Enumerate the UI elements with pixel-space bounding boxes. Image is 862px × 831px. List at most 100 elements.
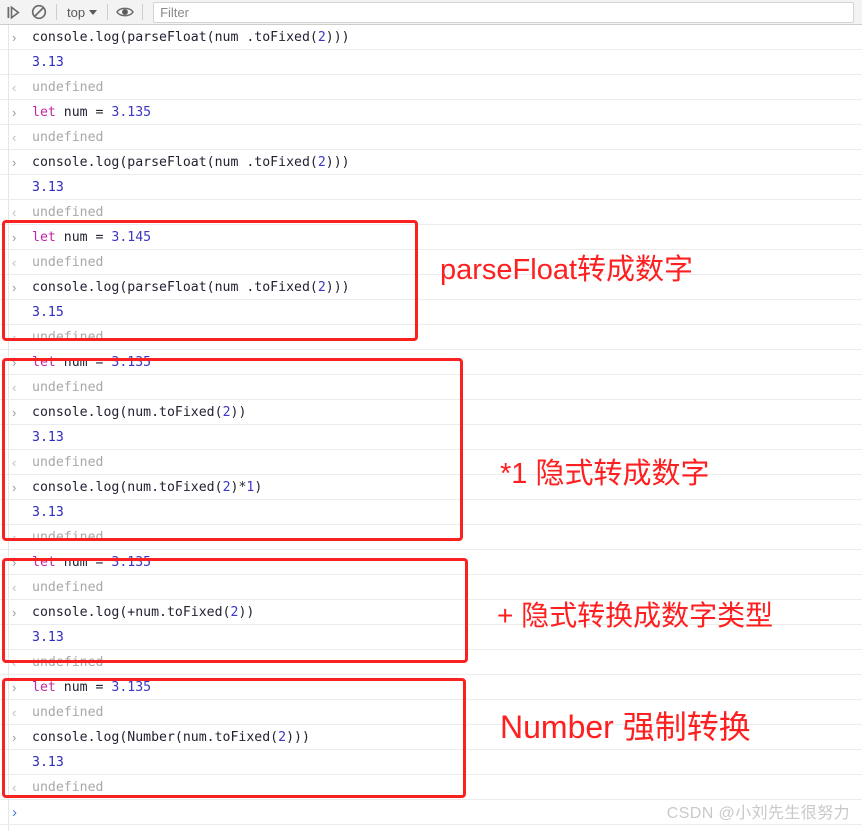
annotation-label-multiply-one: *1 隐式转成数字 — [500, 458, 710, 490]
step-into-icon[interactable] — [0, 0, 26, 24]
console-row-text: undefined — [32, 529, 104, 545]
annotation-label-number-cast: Number 强制转换 — [500, 709, 751, 745]
toolbar-divider-3 — [142, 4, 144, 20]
console-row-text: let num = 3.135 — [32, 554, 152, 570]
return-chevron-icon: ‹ — [12, 204, 17, 220]
return-chevron-icon: ‹ — [12, 779, 17, 795]
console-message-row: › let num = 3.145 — [0, 225, 862, 250]
console-message-row: › let num = 3.135 — [0, 550, 862, 575]
console-row-text: 3.13 — [32, 179, 64, 195]
command-chevron-icon: › — [12, 679, 17, 695]
console-row-text: undefined — [32, 129, 104, 145]
console-message-row: 3.13 — [0, 175, 862, 200]
console-row-text: 3.15 — [32, 304, 64, 320]
console-message-row: › let num = 3.135 — [0, 350, 862, 375]
console-row-text: let num = 3.145 — [32, 229, 152, 245]
console-toolbar: top — [0, 0, 862, 25]
chevron-down-icon — [89, 9, 98, 15]
console-message-row: › console.log(parseFloat(num .toFixed(2))… — [0, 275, 862, 300]
command-chevron-icon: › — [12, 354, 17, 370]
console-row-text: console.log(num.toFixed(2)*1) — [32, 479, 263, 495]
console-row-text: console.log(parseFloat(num .toFixed(2))) — [32, 29, 350, 45]
console-row-text: undefined — [32, 454, 104, 470]
toolbar-divider-2 — [107, 4, 109, 20]
command-chevron-icon: › — [12, 404, 17, 420]
toolbar-divider-1 — [56, 4, 57, 20]
watermark: CSDN @小刘先生很努力 — [666, 805, 850, 822]
console-message-row: ‹ undefined — [0, 325, 862, 350]
return-chevron-icon: ‹ — [12, 579, 17, 595]
return-chevron-icon: ‹ — [12, 454, 17, 470]
execution-context-label: top — [67, 4, 86, 20]
console-row-text: console.log(Number(num.toFixed(2))) — [32, 729, 310, 745]
console-row-text: undefined — [32, 254, 104, 270]
console-message-row: ‹ undefined — [0, 650, 862, 675]
annotation-label-unary-plus: + 隐式转换成数字类型 — [497, 600, 774, 631]
console-row-text: undefined — [32, 579, 104, 595]
console-row-text: undefined — [32, 704, 104, 720]
return-chevron-icon: ‹ — [12, 79, 17, 95]
console-message-list: › console.log(parseFloat(num .toFixed(2))… — [0, 25, 862, 825]
return-chevron-icon: ‹ — [12, 704, 17, 720]
console-row-text: 3.13 — [32, 629, 64, 645]
console-row-text: console.log(parseFloat(num .toFixed(2))) — [32, 279, 350, 295]
return-chevron-icon: ‹ — [12, 529, 17, 545]
console-row-text: undefined — [32, 204, 104, 220]
console-row-text: let num = 3.135 — [32, 354, 152, 370]
clear-console-icon[interactable] — [26, 0, 52, 24]
console-message-row: 3.15 — [0, 300, 862, 325]
console-row-text: console.log(+num.toFixed(2)) — [32, 604, 255, 620]
console-row-text: let num = 3.135 — [32, 104, 152, 120]
command-chevron-icon: › — [12, 279, 17, 295]
command-chevron-icon: › — [12, 729, 17, 745]
console-row-text: undefined — [32, 654, 104, 670]
console-message-row: ‹ undefined — [0, 125, 862, 150]
command-chevron-icon: › — [12, 104, 17, 120]
console-row-text: undefined — [32, 379, 104, 395]
command-chevron-icon: › — [12, 479, 17, 495]
command-chevron-icon: › — [12, 554, 17, 570]
console-message-row: › console.log(num.toFixed(2)*1) — [0, 475, 862, 500]
console-message-row: ‹ undefined — [0, 450, 862, 475]
return-chevron-icon: ‹ — [12, 254, 17, 270]
console-message-row: 3.13 — [0, 425, 862, 450]
console-row-text: 3.13 — [32, 754, 64, 770]
prompt-chevron-icon: › — [12, 803, 17, 821]
console-message-row: ‹ undefined — [0, 575, 862, 600]
eye-icon[interactable] — [112, 0, 138, 24]
console-message-row: ‹ undefined — [0, 250, 862, 275]
console-row-text: undefined — [32, 79, 104, 95]
console-message-row: 3.13 — [0, 750, 862, 775]
console-row-text: 3.13 — [32, 429, 64, 445]
return-chevron-icon: ‹ — [12, 129, 17, 145]
console-row-text: undefined — [32, 779, 104, 795]
console-row-text: 3.13 — [32, 504, 64, 520]
console-message-row: ‹ undefined — [0, 375, 862, 400]
console-log-area[interactable]: › console.log(parseFloat(num .toFixed(2))… — [0, 25, 862, 831]
console-row-text: 3.13 — [32, 54, 64, 70]
command-chevron-icon: › — [12, 229, 17, 245]
return-chevron-icon: ‹ — [12, 379, 17, 395]
execution-context-selector[interactable]: top — [61, 5, 103, 20]
console-message-row: › console.log(num.toFixed(2)) — [0, 400, 862, 425]
filter-input[interactable] — [153, 1, 854, 23]
console-row-text: console.log(parseFloat(num .toFixed(2))) — [32, 154, 350, 170]
console-message-row: 3.13 — [0, 50, 862, 75]
console-message-row: › let num = 3.135 — [0, 100, 862, 125]
return-chevron-icon: ‹ — [12, 329, 17, 345]
console-row-text: console.log(num.toFixed(2)) — [32, 404, 247, 420]
console-message-row: › console.log(parseFloat(num .toFixed(2))… — [0, 25, 862, 50]
return-chevron-icon: ‹ — [12, 654, 17, 670]
console-row-text: let num = 3.135 — [32, 679, 152, 695]
command-chevron-icon: › — [12, 154, 17, 170]
console-message-row: ‹ undefined — [0, 75, 862, 100]
console-message-row: ‹ undefined — [0, 525, 862, 550]
console-message-row: › console.log(parseFloat(num .toFixed(2))… — [0, 150, 862, 175]
console-message-row: 3.13 — [0, 500, 862, 525]
console-row-text: undefined — [32, 329, 104, 345]
annotation-label-parsefloat: parseFloat转成数字 — [440, 254, 694, 286]
console-message-row: › let num = 3.135 — [0, 675, 862, 700]
command-chevron-icon: › — [12, 29, 17, 45]
console-message-row: ‹ undefined — [0, 200, 862, 225]
console-message-row: ‹ undefined — [0, 775, 862, 800]
